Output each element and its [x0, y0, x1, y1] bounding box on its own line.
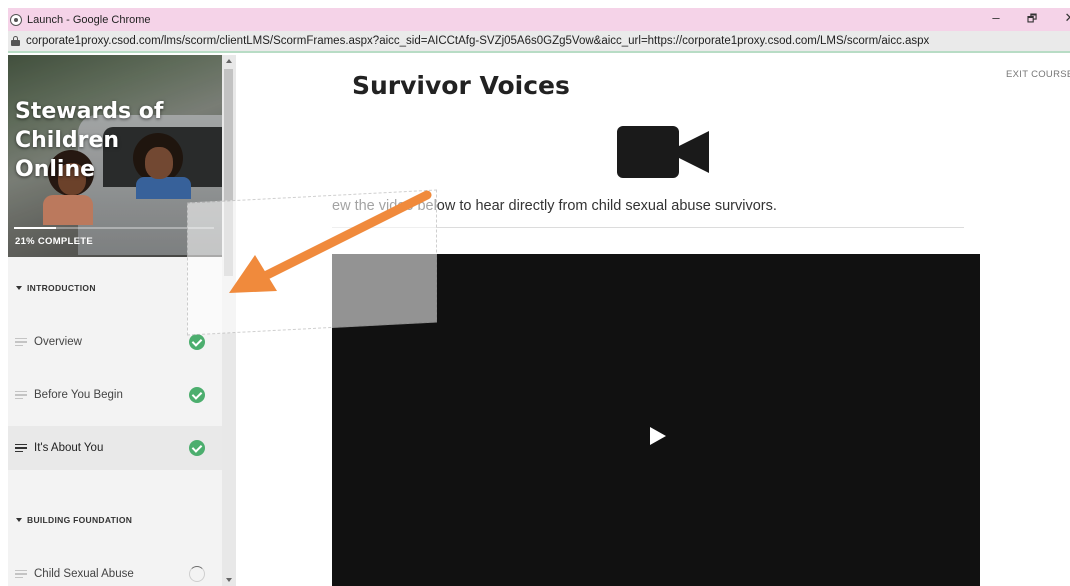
lines-icon [15, 568, 27, 581]
progress-bar-fill [14, 227, 56, 229]
progress-bar [14, 227, 214, 229]
lesson-name: Overview [34, 336, 82, 348]
video-camera-icon [617, 126, 709, 178]
caret-down-icon [16, 518, 22, 522]
lesson-before-you-begin[interactable]: Before You Begin [8, 373, 222, 417]
lesson-name: Before You Begin [34, 389, 123, 401]
minimize-button[interactable]: – [986, 10, 1006, 25]
scroll-up-icon[interactable] [226, 59, 232, 63]
window-title: Launch - Google Chrome [27, 13, 151, 26]
caret-down-icon [16, 286, 22, 290]
lines-icon [15, 442, 27, 455]
lesson-name: It's About You [34, 442, 104, 454]
annotation-arrow-icon [229, 190, 432, 293]
restore-button[interactable]: 🗗 [1022, 10, 1042, 29]
lesson-name: Child Sexual Abuse [34, 568, 134, 580]
play-icon[interactable] [650, 427, 666, 445]
lines-icon [15, 336, 27, 349]
address-bar[interactable]: corporate1proxy.csod.com/lms/scorm/clien… [8, 31, 1070, 53]
close-button[interactable]: ✕ [1060, 10, 1070, 26]
url-text[interactable]: corporate1proxy.csod.com/lms/scorm/clien… [26, 35, 929, 47]
lesson-its-about-you[interactable]: It's About You [8, 426, 222, 470]
exit-course-link[interactable]: EXIT COURSE [1006, 69, 1070, 80]
page-title: Survivor Voices [352, 71, 570, 100]
section-title: BUILDING FOUNDATION [27, 515, 133, 525]
check-icon [189, 334, 205, 350]
browser-title-bar: Launch - Google Chrome – 🗗 ✕ [8, 8, 1070, 31]
lesson-child-sexual-abuse[interactable]: Child Sexual Abuse [8, 552, 222, 586]
check-icon [189, 440, 205, 456]
scroll-down-icon[interactable] [226, 578, 232, 582]
progress-text: 21% COMPLETE [15, 236, 94, 247]
course-title: Stewards of Children Online [15, 99, 164, 182]
section-building-foundation[interactable]: BUILDING FOUNDATION [8, 510, 222, 530]
section-title: INTRODUCTION [27, 283, 96, 293]
check-icon [189, 387, 205, 403]
lines-icon [15, 389, 27, 402]
chrome-icon [10, 13, 22, 26]
in-progress-icon [189, 566, 205, 582]
lock-icon [11, 36, 20, 46]
